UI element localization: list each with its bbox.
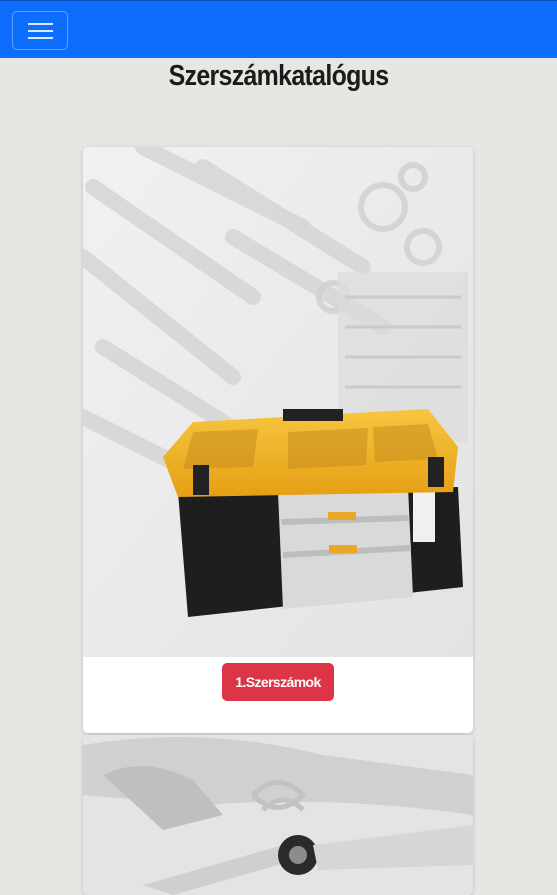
toolbox-image (83, 147, 473, 657)
wrench-tools-image (83, 735, 473, 895)
catalog-card: 1.Szerszámok (83, 147, 473, 733)
navbar (0, 0, 557, 58)
tools-category-button[interactable]: 1.Szerszámok (222, 663, 334, 701)
navbar-toggler-button[interactable] (12, 11, 68, 50)
catalog-card (83, 735, 473, 895)
page-title: Szerszámkatalógus (168, 60, 389, 92)
